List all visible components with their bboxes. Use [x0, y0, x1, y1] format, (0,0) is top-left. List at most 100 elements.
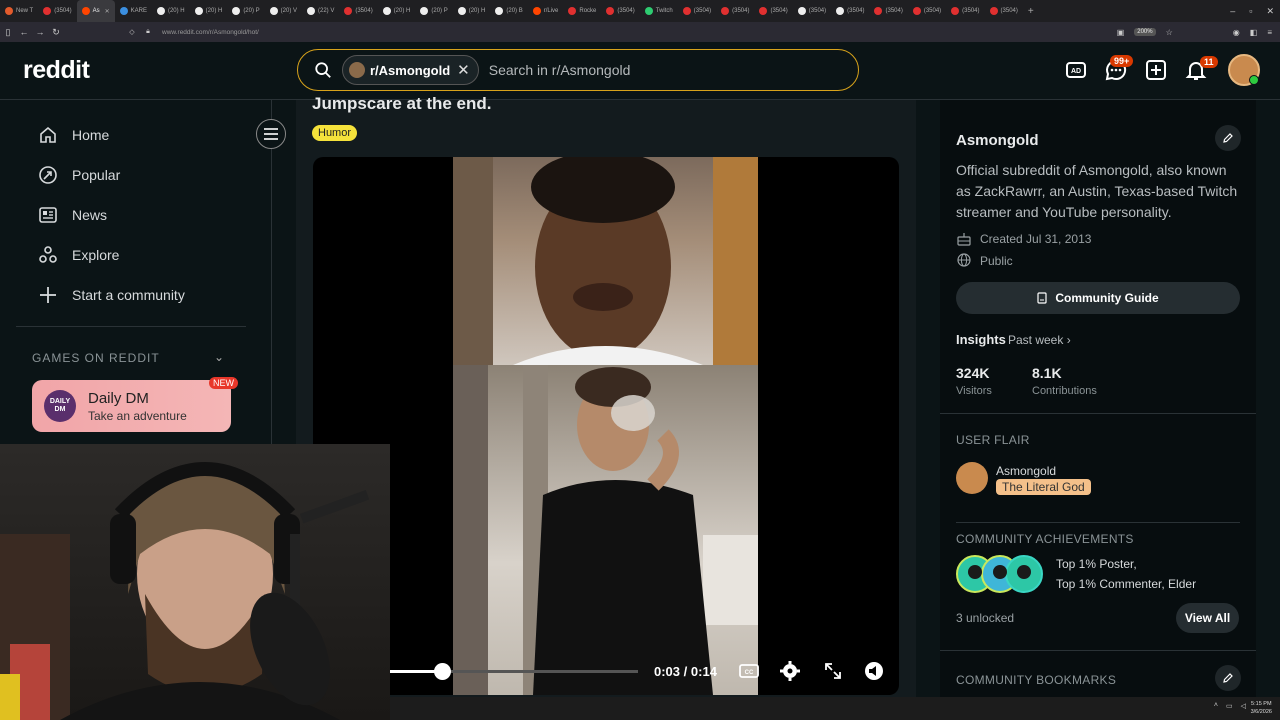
create-post-icon[interactable] — [1144, 58, 1168, 82]
insights-period-link[interactable]: Past week › — [1008, 333, 1071, 347]
community-guide-button[interactable]: Community Guide — [956, 282, 1240, 314]
minimize-icon[interactable]: – — [1230, 6, 1235, 16]
post-flair[interactable]: Humor — [312, 125, 358, 141]
contributions-count: 8.1K — [1032, 365, 1062, 381]
tab-label: (3504) — [732, 8, 750, 14]
sidebar-item-label: News — [72, 207, 108, 223]
lock-icon[interactable]: 🔒︎ — [140, 28, 156, 36]
browser-tab[interactable]: (20) H — [378, 0, 416, 22]
extensions-icon[interactable]: ◧ — [1250, 28, 1258, 37]
browser-tab[interactable]: r/Live — [528, 0, 564, 22]
tab-favicon-icon — [43, 7, 52, 15]
volume-icon[interactable] — [863, 660, 885, 682]
search-bar[interactable]: r/Asmongold ✕ — [297, 49, 859, 91]
speaker-icon[interactable]: ◁ — [1241, 702, 1246, 710]
address-bar[interactable]: www.reddit.com/r/Asmongold/hot/ — [162, 29, 259, 36]
close-window-icon[interactable]: ✕ — [1266, 6, 1274, 17]
browser-tab[interactable]: (20) V — [265, 0, 302, 22]
flair-user-avatar[interactable] — [956, 462, 988, 494]
sidebar-item-explore[interactable]: Explore — [38, 243, 119, 267]
chevron-down-icon[interactable]: ⌄ — [214, 350, 224, 364]
home-icon — [40, 126, 56, 143]
browser-tab[interactable]: Rocke — [563, 0, 601, 22]
view-all-button[interactable]: View All — [1176, 603, 1239, 633]
post-title[interactable]: Jumpscare at the end. — [312, 94, 492, 114]
community-achievements-title: COMMUNITY ACHIEVEMENTS — [956, 532, 1134, 546]
zoom-badge[interactable]: 200% — [1134, 28, 1156, 36]
account-icon[interactable]: ◉ — [1233, 28, 1240, 37]
browser-tab[interactable]: (3504) — [38, 0, 76, 22]
sidebar-item-start-community[interactable]: Start a community — [38, 283, 185, 307]
browser-tab[interactable]: (3504) — [985, 0, 1023, 22]
sidebar-toggle-icon[interactable]: ▯ — [0, 27, 16, 38]
tab-favicon-icon — [568, 7, 577, 15]
games-section-title[interactable]: GAMES ON REDDIT — [32, 351, 160, 365]
browser-tab[interactable]: (20) P — [227, 0, 264, 22]
maximize-icon[interactable]: ▫ — [1249, 6, 1252, 16]
os-taskbar: ˄ ▭ ◁ 5:15 PM 3/6/2026 — [390, 697, 1280, 720]
tab-label: (3504) — [355, 8, 373, 14]
reader-icon[interactable]: ▣ — [1117, 28, 1125, 37]
browser-tab[interactable]: (22) V — [302, 0, 339, 22]
edit-bookmarks-button[interactable] — [1215, 665, 1241, 691]
daily-dm-logo: DAILY DM — [44, 390, 76, 422]
captions-icon[interactable]: CC — [738, 660, 760, 682]
flair-tag[interactable]: The Literal God — [996, 479, 1091, 495]
browser-tab[interactable]: (20) H — [453, 0, 491, 22]
tab-label: (3504) — [1000, 8, 1018, 14]
browser-tab[interactable]: (3504) — [678, 0, 716, 22]
forward-icon[interactable]: → — [32, 27, 48, 37]
video-progress-bar[interactable] — [388, 663, 638, 680]
menu-icon[interactable]: ≡ — [1267, 28, 1272, 37]
browser-tab[interactable]: (3504) — [754, 0, 792, 22]
browser-tab[interactable]: (3504) — [908, 0, 946, 22]
browser-tab[interactable]: (3504) — [869, 0, 907, 22]
browser-tab[interactable]: (20) H — [190, 0, 228, 22]
fullscreen-icon[interactable] — [822, 660, 844, 682]
browser-tab[interactable]: (3504) — [946, 0, 984, 22]
close-tab-icon[interactable]: ✕ — [105, 8, 110, 15]
back-icon[interactable]: ← — [16, 27, 32, 37]
tab-favicon-icon — [457, 7, 466, 15]
search-input[interactable] — [488, 62, 789, 78]
shield-icon[interactable]: ◇ — [124, 28, 140, 36]
tab-label: (3504) — [962, 8, 980, 14]
tab-favicon-icon — [495, 7, 504, 15]
subreddit-chip[interactable]: r/Asmongold ✕ — [342, 55, 479, 85]
sidebar-item-home[interactable]: Home — [38, 123, 109, 147]
browser-tab[interactable]: (3504) — [339, 0, 377, 22]
browser-tab[interactable]: (20) H — [152, 0, 190, 22]
game-card-daily-dm[interactable]: DAILY DM Daily DM Take an adventure — [32, 380, 231, 432]
video-scrubber-knob[interactable] — [433, 663, 451, 680]
sidebar-item-news[interactable]: News — [38, 203, 107, 227]
network-icon[interactable]: ▭ — [1226, 702, 1233, 710]
browser-tab[interactable]: (3504) — [831, 0, 869, 22]
browser-tab[interactable]: (3504) — [793, 0, 831, 22]
sidebar-item-label: Explore — [72, 247, 120, 263]
edit-community-button[interactable] — [1215, 125, 1241, 151]
settings-gear-icon[interactable] — [779, 660, 801, 682]
collapse-menu-button[interactable] — [256, 119, 286, 149]
user-avatar[interactable] — [1228, 54, 1260, 86]
browser-tab[interactable]: As ✕ — [76, 0, 115, 22]
tab-favicon-icon — [836, 7, 845, 15]
reddit-logo[interactable]: reddit — [23, 56, 90, 85]
browser-nav-bar: ▯ ← → ↻ ◇ 🔒︎ www.reddit.com/r/Asmongold/… — [0, 22, 1280, 42]
browser-tab[interactable]: KARE — [115, 0, 152, 22]
browser-tab[interactable]: (3504) — [601, 0, 639, 22]
tab-favicon-icon — [721, 7, 730, 15]
sidebar-item-popular[interactable]: Popular — [38, 163, 120, 187]
browser-tab[interactable]: (20) P — [415, 0, 452, 22]
bookmark-star-icon[interactable]: ☆ — [1166, 28, 1173, 37]
new-tab-icon[interactable]: + — [1023, 0, 1039, 22]
streamer-webcam-overlay — [0, 444, 390, 720]
browser-tab[interactable]: Twitch — [640, 0, 678, 22]
system-clock[interactable]: 5:15 PM 3/6/2026 — [1251, 700, 1272, 716]
advertise-icon[interactable]: AD — [1064, 58, 1088, 82]
tray-chevron-icon[interactable]: ˄ — [1214, 702, 1218, 710]
close-icon[interactable]: ✕ — [457, 61, 470, 79]
browser-tab[interactable]: (20) B — [490, 0, 527, 22]
browser-tab[interactable]: New T — [0, 0, 38, 22]
reload-icon[interactable]: ↻ — [48, 27, 64, 38]
browser-tab[interactable]: (3504) — [716, 0, 754, 22]
